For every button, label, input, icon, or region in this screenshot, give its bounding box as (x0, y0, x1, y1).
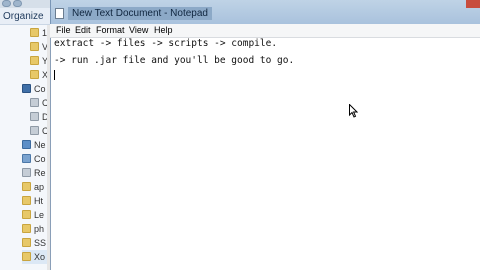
tree-item-ht[interactable]: Ht (22, 194, 47, 208)
notepad-window: New Text Document - Notepad File Edit Fo… (50, 0, 480, 270)
tree-item-drive-d[interactable]: D (30, 110, 49, 124)
tree-item-label: SS (34, 238, 47, 248)
tree-item-ph[interactable]: ph (22, 222, 47, 236)
folder-icon (22, 252, 31, 261)
menu-bar: File Edit Format View Help (50, 24, 480, 38)
folder-icon (30, 56, 39, 65)
explorer-address-bar (0, 0, 50, 8)
text-editor-area[interactable]: extract -> files -> scripts -> compile. … (50, 38, 480, 270)
explorer-window: Organize 1 V Y X Co C D C Ne Co Re ap Ht… (0, 0, 50, 270)
window-title: New Text Document - Notepad (68, 7, 212, 20)
tree-item-recycle-bin[interactable]: Re (22, 166, 47, 180)
text-line-1: extract -> files -> scripts -> compile. (54, 38, 278, 49)
folder-icon (22, 196, 31, 205)
tree-item-computer[interactable]: Co (22, 82, 47, 96)
organize-button[interactable]: Organize (3, 11, 44, 22)
folder-icon (30, 42, 39, 51)
computer-icon (22, 84, 31, 93)
tree-item-drive-c[interactable]: C (30, 96, 49, 110)
drive-icon (30, 112, 39, 121)
explorer-toolbar: Organize (0, 8, 50, 25)
tree-item-label: Le (34, 210, 45, 220)
folder-icon (22, 224, 31, 233)
tree-item-label: Ne (34, 140, 46, 150)
notepad-app-icon (55, 8, 64, 19)
tree-item-label: ph (34, 224, 45, 234)
menu-file[interactable]: File (56, 24, 71, 37)
navigation-pane: 1 V Y X Co C D C Ne Co Re ap Ht Le ph SS… (0, 25, 49, 270)
drive-icon (30, 126, 39, 135)
tree-item-xo[interactable]: Xo (22, 250, 47, 264)
folder-icon (22, 182, 31, 191)
menu-format[interactable]: Format (96, 24, 125, 37)
mouse-pointer-icon (349, 104, 358, 118)
title-bar[interactable]: New Text Document - Notepad (50, 0, 480, 24)
network-icon (22, 140, 31, 149)
menu-edit[interactable]: Edit (75, 24, 91, 37)
text-caret (54, 70, 55, 80)
tree-item-label: Co (34, 84, 46, 94)
recycle-bin-icon (22, 168, 31, 177)
tree-item-le[interactable]: Le (22, 208, 47, 222)
tree-item-1[interactable]: 1 (30, 26, 47, 40)
folder-icon (30, 70, 39, 79)
folder-icon (22, 238, 31, 247)
menu-help[interactable]: Help (154, 24, 173, 37)
tree-item-network[interactable]: Ne (22, 138, 47, 152)
tree-item-ap[interactable]: ap (22, 180, 47, 194)
folder-icon (30, 28, 39, 37)
text-line-2: -> run .jar file and you'll be good to g… (54, 55, 295, 66)
tree-item-label: Co (34, 154, 46, 164)
tree-item-label: Ht (34, 196, 43, 206)
back-icon[interactable] (2, 0, 11, 7)
close-icon[interactable] (466, 0, 480, 8)
drive-icon (30, 98, 39, 107)
menu-view[interactable]: View (129, 24, 148, 37)
tree-item-label: ap (34, 182, 45, 192)
tree-item-label: Re (34, 168, 46, 178)
tree-item-4[interactable]: X (30, 68, 48, 82)
tree-item-ss[interactable]: SS (22, 236, 47, 250)
tree-item-3[interactable]: Y (30, 54, 48, 68)
forward-icon[interactable] (13, 0, 22, 7)
tree-item-2[interactable]: V (30, 40, 48, 54)
tree-item-drive-c2[interactable]: C (30, 124, 49, 138)
folder-icon (22, 210, 31, 219)
tree-item-control-panel[interactable]: Co (22, 152, 47, 166)
tree-item-label: Xo (34, 252, 46, 262)
control-panel-icon (22, 154, 31, 163)
